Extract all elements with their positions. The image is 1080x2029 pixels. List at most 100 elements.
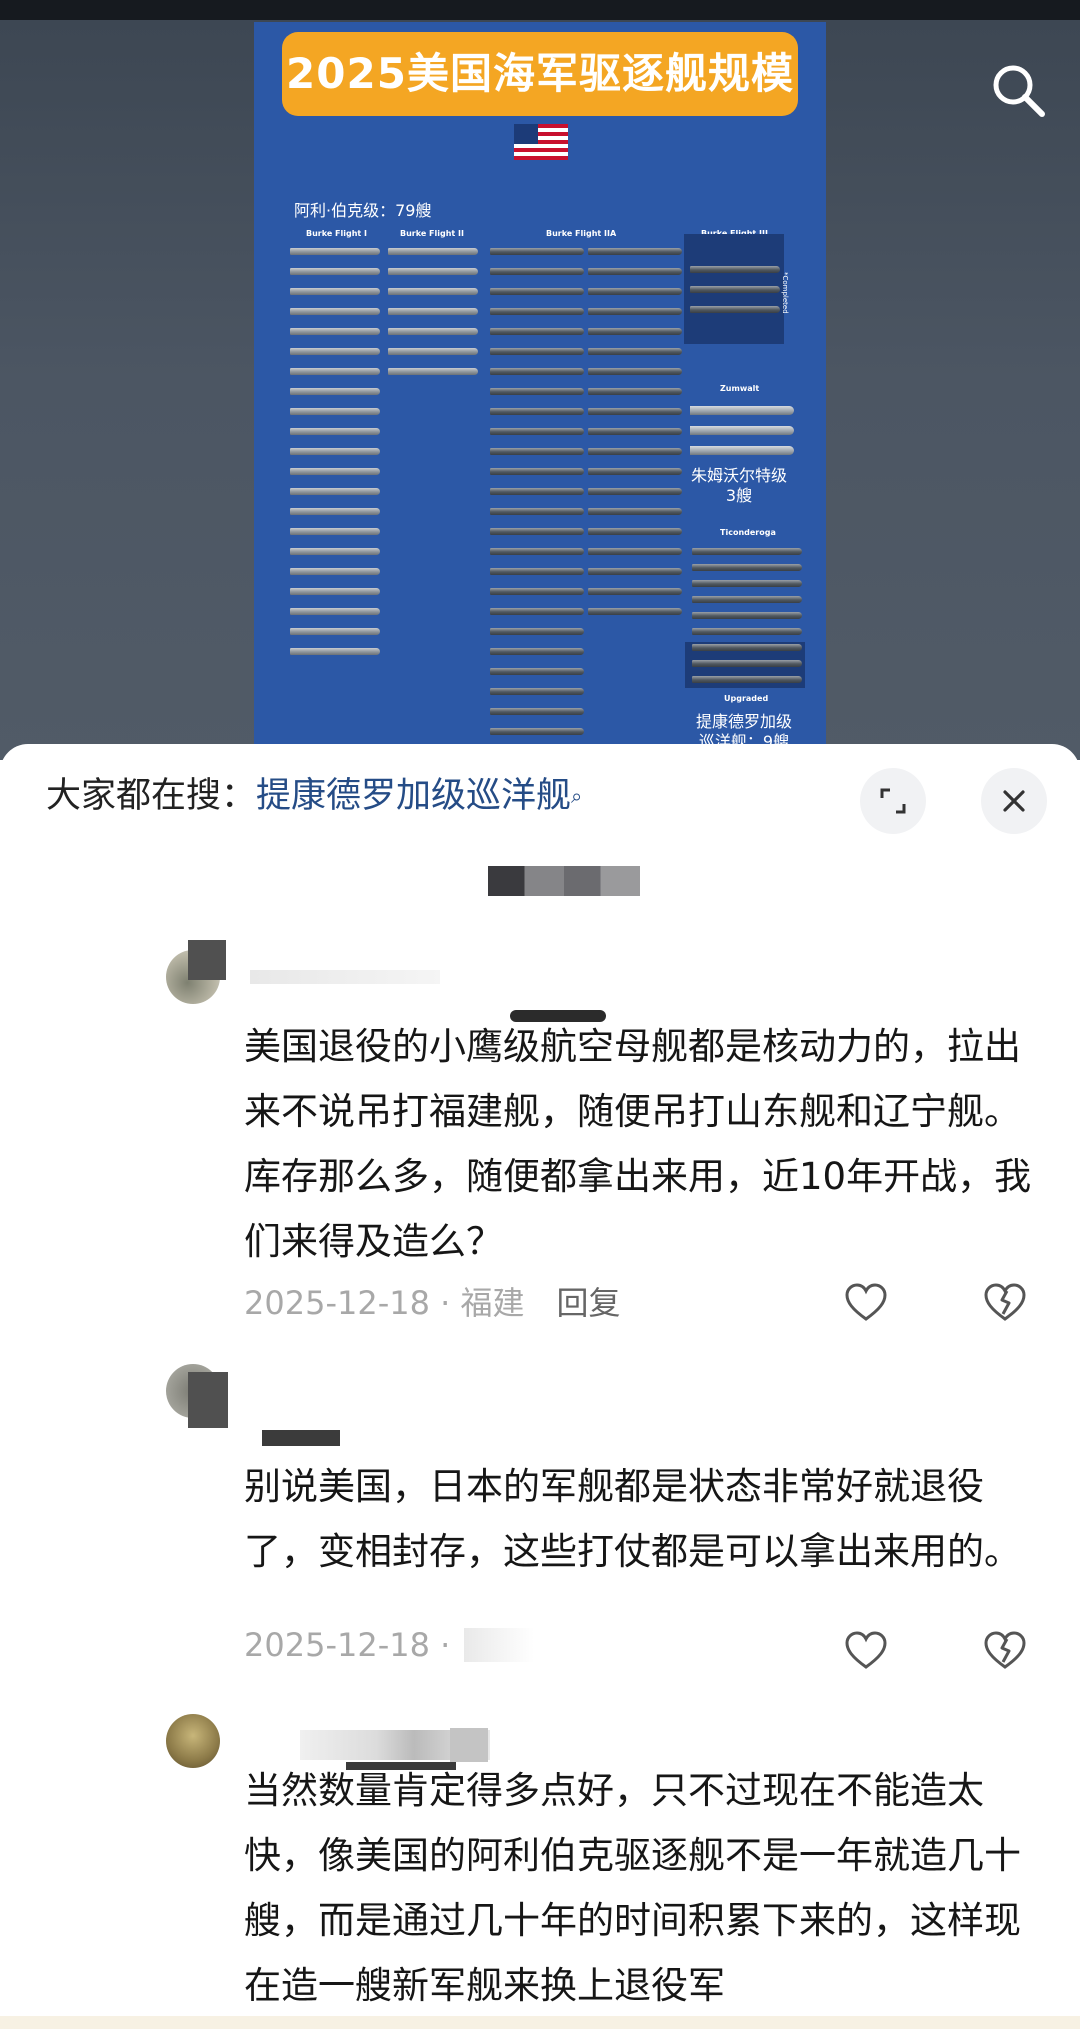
ship-silhouette: [290, 508, 380, 515]
ship-silhouette: [588, 468, 682, 475]
expand-icon: [880, 788, 906, 814]
dislike-icon[interactable]: [983, 1630, 1027, 1670]
ship-silhouette: [692, 676, 802, 683]
comment-date: 2025-12-18: [244, 1284, 430, 1322]
hot-search-term[interactable]: 提康德罗加级巡洋舰: [256, 776, 571, 816]
ship-silhouette: [290, 408, 380, 415]
ship-silhouette: [490, 688, 584, 695]
ship-silhouette: [290, 488, 380, 495]
image-viewer[interactable]: 2025美国海军驱逐舰规模 阿利·伯克级：79艘 Burke Flight I …: [0, 0, 1080, 760]
comment-date: 2025-12-18: [244, 1626, 430, 1664]
ship-silhouette: [490, 548, 584, 555]
comment-text: 美国退役的小鹰级航空母舰都是核动力的，拉出来不说吊打福建舰，随便吊打山东舰和辽宁…: [244, 1025, 1032, 1263]
redacted-mark: [262, 1430, 340, 1446]
ship-silhouette: [290, 328, 380, 335]
ship-silhouette: [690, 406, 794, 415]
hot-search-bar[interactable]: 大家都在搜：提康德罗加级巡洋舰⌕: [46, 774, 582, 818]
comment-location: 福建: [460, 1284, 525, 1322]
ship-silhouette: [490, 708, 584, 715]
ship-silhouette: [290, 348, 380, 355]
ship-silhouette: [588, 508, 682, 515]
ship-silhouette: [690, 266, 780, 273]
ship-silhouette: [490, 608, 584, 615]
ship-silhouette: [290, 628, 380, 635]
ship-silhouette: [490, 488, 584, 495]
ship-silhouette: [290, 428, 380, 435]
hot-search-prefix: 大家都在搜：: [46, 776, 257, 816]
ship-silhouette: [588, 588, 682, 595]
ship-silhouette: [692, 660, 802, 667]
ship-silhouette: [690, 306, 780, 313]
ship-silhouette: [490, 668, 584, 675]
status-bar: [0, 0, 1080, 20]
ship-silhouette: [388, 288, 478, 295]
ship-silhouette: [290, 368, 380, 375]
expand-button[interactable]: [860, 768, 926, 834]
ship-silhouette: [290, 308, 380, 315]
redacted-location: [464, 1628, 534, 1662]
redacted-header: [488, 866, 640, 896]
ship-silhouette: [588, 448, 682, 455]
ship-silhouette: [690, 426, 794, 435]
bottom-strip: [0, 2016, 1080, 2029]
ship-silhouette: [490, 448, 584, 455]
comment-text: 当然数量肯定得多点好，只不过现在不能造太快，像美国的阿利伯克驱逐舰不是一年就造几…: [244, 1769, 1021, 2007]
ship-silhouette: [290, 288, 380, 295]
poster-title: 2025美国海军驱逐舰规模: [282, 32, 798, 116]
ship-silhouette: [490, 628, 584, 635]
dislike-icon[interactable]: [983, 1282, 1027, 1322]
ship-silhouette: [490, 408, 584, 415]
like-icon[interactable]: [844, 1630, 888, 1670]
ship-silhouette: [692, 580, 802, 587]
comment-sheet: 大家都在搜：提康德罗加级巡洋舰⌕ 美国退役的小鹰级航空母舰都是核动力的，拉出来不…: [0, 744, 1080, 2029]
ship-silhouette: [588, 348, 682, 355]
ship-silhouette: [692, 612, 802, 619]
ship-silhouette: [290, 548, 380, 555]
arleigh-burke-label: 阿利·伯克级：79艘: [294, 201, 432, 220]
search-icon[interactable]: [988, 60, 1048, 120]
us-flag-icon: [514, 124, 568, 160]
ship-silhouette: [290, 648, 380, 655]
ship-silhouette: [490, 248, 584, 255]
ship-silhouette: [388, 308, 478, 315]
ship-silhouette: [588, 428, 682, 435]
redacted-username: [188, 940, 226, 980]
ship-silhouette: [588, 408, 682, 415]
ship-silhouette: [588, 248, 682, 255]
ship-silhouette: [490, 508, 584, 515]
ship-silhouette: [692, 564, 802, 571]
ship-silhouette: [490, 288, 584, 295]
poster-image[interactable]: 2025美国海军驱逐舰规模 阿利·伯克级：79艘 Burke Flight I …: [254, 22, 826, 752]
comment-text: 别说美国，日本的军舰都是状态非常好就退役了，变相封存，这些打仗都是可以拿出来用的…: [244, 1465, 1021, 1573]
like-icon[interactable]: [844, 1282, 888, 1322]
ship-silhouette: [588, 308, 682, 315]
ship-silhouette: [290, 568, 380, 575]
ship-silhouette: [490, 568, 584, 575]
redacted-username-line: [250, 970, 440, 984]
ship-silhouette: [692, 596, 802, 603]
ship-silhouette: [490, 328, 584, 335]
ship-silhouette: [290, 608, 380, 615]
zumwalt-label: Zumwalt: [720, 384, 760, 393]
ship-silhouette: [588, 328, 682, 335]
close-button[interactable]: [981, 768, 1047, 834]
ship-silhouette: [588, 388, 682, 395]
flight1-label: Burke Flight I: [306, 229, 368, 238]
ship-silhouette: [588, 528, 682, 535]
ship-silhouette: [388, 328, 478, 335]
close-icon: [1003, 790, 1025, 812]
ship-silhouette: [490, 388, 584, 395]
hot-search-magnifier-icon: ⌕: [571, 784, 583, 808]
ship-silhouette: [290, 248, 380, 255]
ship-silhouette: [290, 448, 380, 455]
avatar[interactable]: [166, 1714, 220, 1768]
ship-silhouette: [388, 368, 478, 375]
flight2a-label: Burke Flight IIA: [546, 229, 617, 238]
reply-button[interactable]: 回复: [557, 1284, 621, 1322]
comment-meta: 2025-12-18 · 福建 回复: [244, 1284, 621, 1322]
ship-silhouette: [290, 588, 380, 595]
ship-silhouette: [388, 268, 478, 275]
ship-silhouette: [690, 446, 794, 455]
ship-silhouette: [388, 348, 478, 355]
ship-silhouette: [490, 588, 584, 595]
